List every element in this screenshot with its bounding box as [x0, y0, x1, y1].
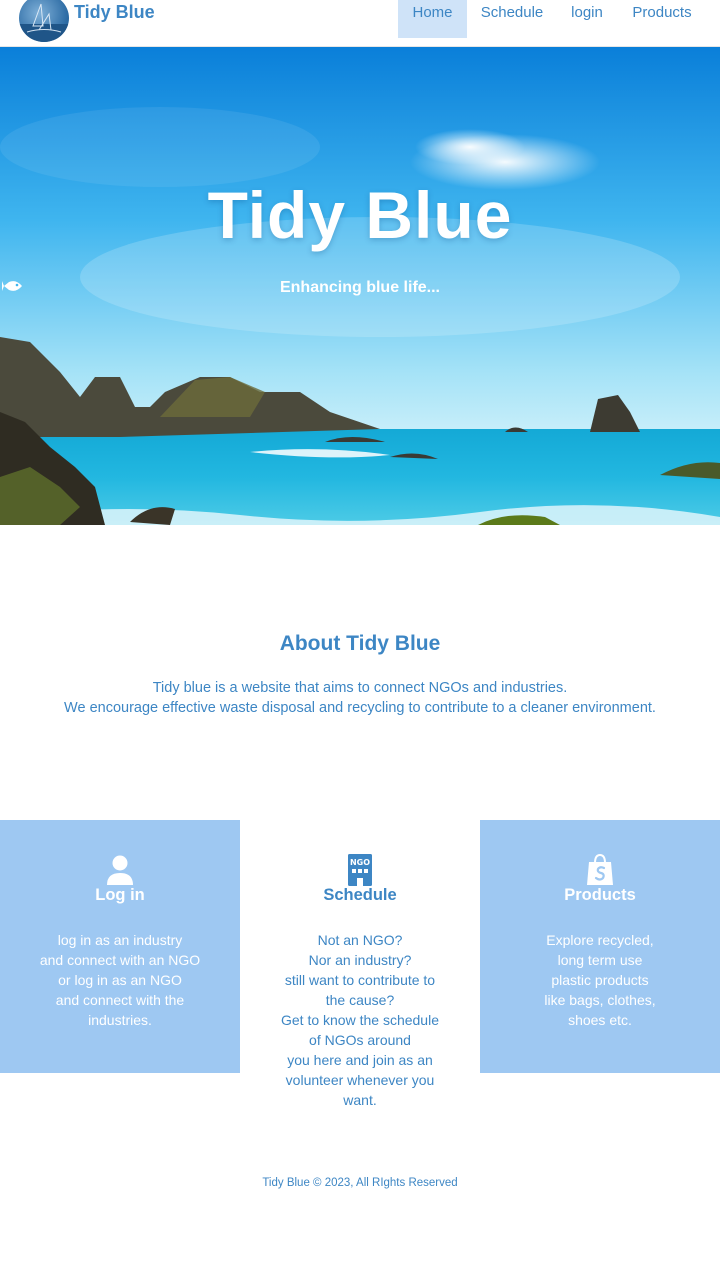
nav-link-schedule[interactable]: Schedule: [474, 0, 550, 38]
login-card-title[interactable]: Log in: [0, 886, 240, 905]
products-card-text: Explore recycled, long term use plastic …: [500, 930, 700, 1030]
schedule-card-line: still want to contribute to: [284, 972, 436, 988]
brand-name[interactable]: Tidy Blue: [74, 2, 155, 23]
products-card-title[interactable]: Products: [480, 886, 720, 905]
schedule-card-line: the cause?: [325, 992, 395, 1008]
schedule-card-line: you here and join as an: [287, 1052, 433, 1068]
login-card-line: industries.: [88, 1012, 152, 1028]
shopify-bag-icon: [480, 854, 720, 888]
login-card-line: log in as an industry: [57, 932, 183, 948]
about-title: About Tidy Blue: [279, 632, 441, 655]
footer-copyright: Tidy Blue © 2023, All RIghts Reserved: [262, 1177, 458, 1189]
logo-image[interactable]: [19, 0, 69, 42]
about-line-1: Tidy blue is a website that aims to conn…: [152, 680, 568, 696]
navbar: Tidy Blue Home Schedule login Products: [0, 0, 720, 47]
schedule-card-line: Nor an industry?: [308, 952, 412, 968]
schedule-card-text: Not an NGO? Nor an industry? still want …: [260, 930, 460, 1110]
login-card-line: and connect with an NGO: [39, 952, 201, 968]
nav-link-products[interactable]: Products: [623, 0, 701, 38]
login-card-line: or log in as an NGO: [58, 972, 182, 988]
hero-title: Tidy Blue: [207, 178, 513, 252]
schedule-card-line: Get to know the schedule: [281, 1012, 439, 1028]
products-card[interactable]: Products Explore recycled, long term use…: [480, 820, 720, 1073]
schedule-card-title[interactable]: Schedule: [240, 886, 480, 905]
schedule-card-line: volunteer whenever you: [285, 1072, 435, 1088]
user-icon: [0, 854, 240, 888]
products-card-line: plastic products: [551, 972, 649, 988]
schedule-card-line: of NGOs around: [309, 1032, 411, 1048]
schedule-card[interactable]: NGO Schedule Not an NGO? Nor an industry…: [240, 820, 480, 1120]
ngo-icon-label: NGO: [350, 858, 370, 867]
fish-icon: [2, 281, 22, 291]
hero-banner: Tidy Blue Enhancing blue life...: [0, 47, 720, 525]
ngo-building-icon: NGO: [240, 854, 480, 888]
login-card-text: log in as an industry and connect with a…: [20, 930, 220, 1030]
login-card-line: and connect with the: [55, 992, 185, 1008]
hero-subtitle-text: Enhancing blue life...: [279, 279, 440, 296]
products-card-line: shoes etc.: [568, 1012, 632, 1028]
products-card-line: like bags, clothes,: [544, 992, 656, 1008]
nav-link-login[interactable]: login: [562, 0, 612, 38]
login-card[interactable]: Log in log in as an industry and connect…: [0, 820, 240, 1073]
products-card-line: Explore recycled,: [546, 932, 654, 948]
nav-link-home[interactable]: Home: [398, 0, 467, 38]
products-card-line: long term use: [557, 952, 643, 968]
logo-graphic: [19, 3, 69, 42]
hero-subtitle: Enhancing blue life...: [0, 279, 720, 297]
about-description: Tidy blue is a website that aims to conn…: [0, 678, 720, 718]
schedule-card-line: Not an NGO?: [317, 932, 403, 948]
schedule-card-line: want.: [343, 1092, 377, 1108]
about-line-2: We encourage effective waste disposal an…: [64, 700, 656, 716]
